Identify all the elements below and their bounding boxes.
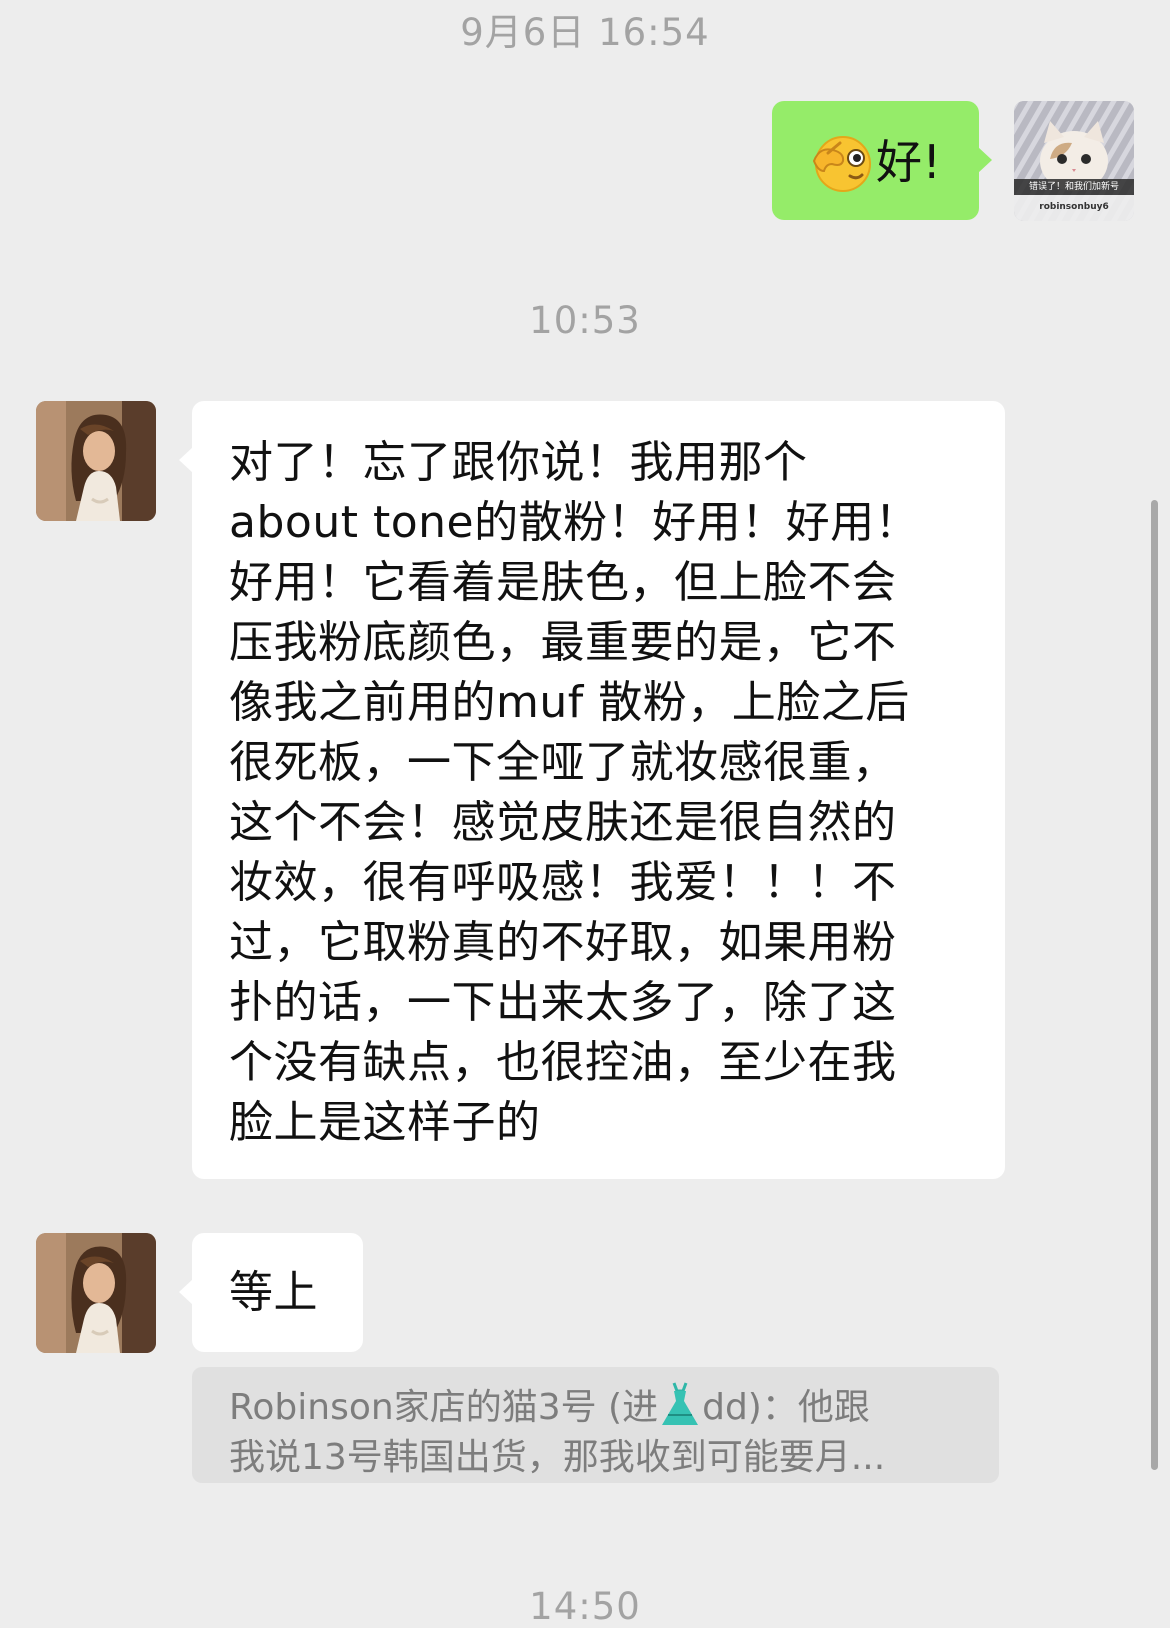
timestamp: 9月6日 16:54 — [460, 11, 710, 54]
contact-avatar[interactable] — [36, 1233, 156, 1353]
message-text: 等上 — [229, 1267, 318, 1318]
woman-portrait-image — [36, 401, 156, 521]
bubble-tail — [179, 447, 193, 473]
bubble-tail — [179, 1279, 193, 1305]
outgoing-message-bubble[interactable]: 好! — [772, 101, 992, 220]
incoming-message-bubble[interactable]: 等上 — [179, 1233, 363, 1352]
bubble-tail — [978, 147, 992, 173]
contact-avatar[interactable] — [36, 401, 156, 521]
dress-emoji — [662, 1382, 699, 1425]
pointing-at-self-face-emoji — [812, 136, 871, 192]
timestamp: 14:50 — [529, 1585, 641, 1628]
message-text: 对了！忘了跟你说！我用那个 about tone的散粉！好用！好用！ 好用！它看… — [229, 437, 920, 1148]
timestamp: 10:53 — [529, 299, 641, 342]
message-text: 好! — [876, 135, 942, 189]
quote-line-1: Robinson家店的猫3号 (进 dd)：他跟 — [229, 1381, 999, 1433]
self-avatar[interactable]: 错误了！和我们加新号 robinsonbuy6 — [1014, 101, 1134, 221]
sticker-caption: 错误了！和我们加新号 — [1028, 182, 1119, 192]
scrollbar[interactable] — [1151, 500, 1158, 1470]
woman-portrait-image — [36, 1233, 156, 1353]
incoming-message-bubble[interactable]: 对了！忘了跟你说！我用那个 about tone的散粉！好用！好用！ 好用！它看… — [179, 401, 1005, 1179]
sticker-watermark: robinsonbuy6 — [1039, 202, 1109, 212]
quoted-message[interactable]: Robinson家店的猫3号 (进 dd)：他跟 我说13号韩国出货，那我收到可… — [192, 1367, 999, 1483]
quote-line-2: 我说13号韩国出货，那我收到可能要月... — [229, 1437, 886, 1478]
